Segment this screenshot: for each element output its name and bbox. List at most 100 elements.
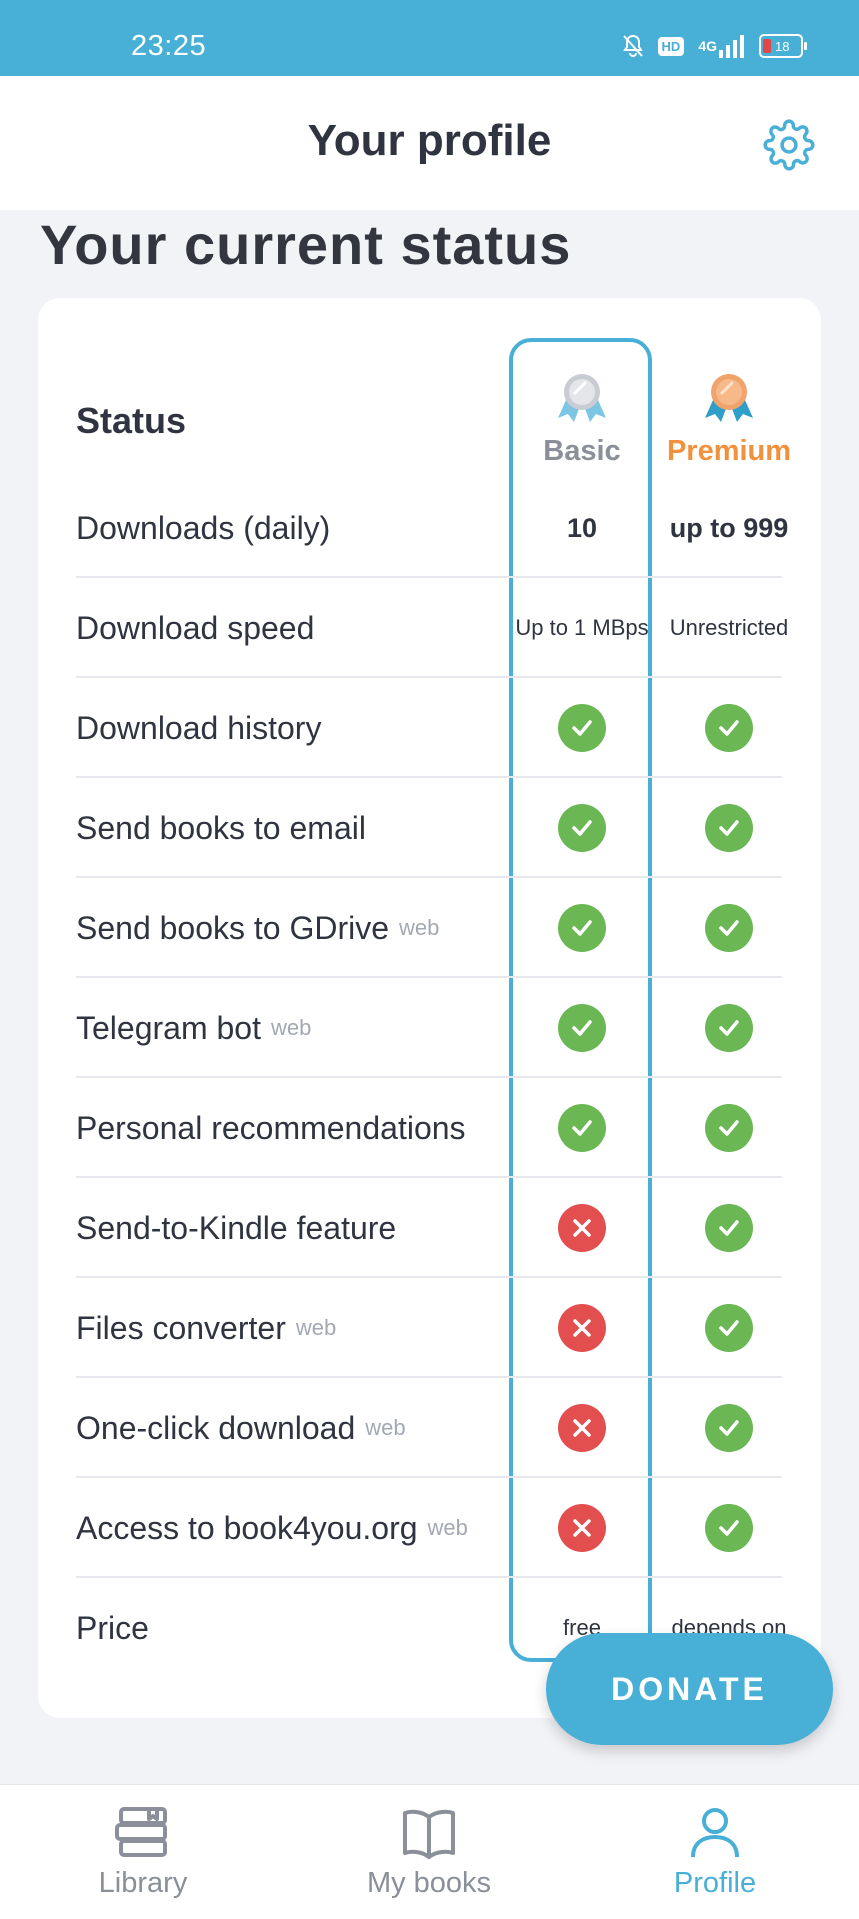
tier-premium: Premium — [656, 370, 802, 468]
table-row: Send books to email — [76, 778, 782, 878]
tier-premium-label: Premium — [666, 435, 792, 467]
cell-basic — [509, 1078, 655, 1178]
check-circle-icon — [705, 1404, 753, 1452]
check-circle-icon — [558, 904, 606, 952]
cell-value: Up to 1 MBps — [515, 614, 649, 640]
status-time: 23:25 — [131, 30, 207, 62]
cell-value: Unrestricted — [669, 614, 789, 640]
row-label: Send books to GDrive web — [76, 878, 439, 978]
cell-premium — [656, 978, 802, 1078]
check-circle-icon — [705, 1004, 753, 1052]
table-row: Send-to-Kindle feature — [76, 1178, 782, 1278]
row-label: One-click download web — [76, 1378, 406, 1478]
table-row: Personal recommendations — [76, 1078, 782, 1178]
cell-basic — [509, 678, 655, 778]
cell-premium — [656, 1378, 802, 1478]
row-label-text: Access to book4you.org — [76, 1509, 418, 1546]
book-icon — [403, 1809, 455, 1859]
cell-premium — [656, 1278, 802, 1378]
battery-icon: 18 — [759, 34, 807, 58]
settings-gear-icon[interactable] — [763, 119, 815, 171]
cross-circle-icon — [558, 1504, 606, 1552]
section-title: Your current status — [40, 213, 572, 276]
nav-my-books[interactable]: My books — [286, 1785, 572, 1919]
row-label: Telegram bot web — [76, 978, 311, 1078]
cell-basic — [509, 1278, 655, 1378]
network-type: 4G — [698, 38, 717, 54]
row-label: Files converter web — [76, 1278, 336, 1378]
check-circle-icon — [705, 804, 753, 852]
signal-icon: 4G — [698, 34, 745, 58]
row-label-text: One-click download — [76, 1409, 356, 1446]
nav-library[interactable]: Library — [0, 1785, 286, 1919]
library-icon — [115, 1807, 167, 1857]
web-only-tag: web — [365, 1415, 406, 1440]
tier-header-row: Status Basic Premium — [76, 370, 791, 470]
table-row: Files converter web — [76, 1278, 782, 1378]
silver-medal-icon — [558, 374, 606, 422]
status-heading: Status — [76, 400, 187, 441]
bronze-medal-icon — [705, 374, 753, 422]
table-row: Download history — [76, 678, 782, 778]
row-label-text: Download history — [76, 709, 322, 746]
web-only-tag: web — [270, 1015, 312, 1040]
row-label-text: Files converter — [76, 1309, 286, 1346]
nav-my-books-label: My books — [366, 1867, 492, 1899]
status-bar: 23:25 HD 4G 18 — [0, 0, 859, 76]
row-label: Price — [76, 1578, 149, 1678]
row-label: Access to book4you.org web — [76, 1478, 468, 1578]
check-circle-icon — [705, 704, 753, 752]
check-circle-icon — [705, 1304, 753, 1352]
tier-basic: Basic — [509, 370, 655, 468]
cell-premium — [656, 678, 802, 778]
cell-basic — [509, 878, 655, 978]
row-label-text: Send-to-Kindle feature — [76, 1209, 397, 1246]
row-label-text: Download speed — [76, 609, 315, 646]
cell-basic: 10 — [509, 478, 655, 578]
bottom-navigation: Library My books Profile — [0, 1784, 859, 1919]
tier-basic-label: Basic — [543, 435, 621, 467]
row-label-text: Price — [76, 1609, 149, 1646]
page-title: Your profile — [307, 116, 552, 165]
cell-basic — [509, 778, 655, 878]
check-circle-icon — [558, 804, 606, 852]
nav-profile[interactable]: Profile — [572, 1785, 858, 1919]
row-label-text: Send books to GDrive — [76, 909, 390, 946]
cross-circle-icon — [558, 1204, 606, 1252]
table-row: Downloads (daily) 10 up to 999 — [76, 478, 788, 578]
row-label-text: Downloads (daily) — [76, 509, 331, 546]
cell-basic: Up to 1 MBps — [509, 578, 655, 678]
cell-value: 10 — [566, 512, 598, 543]
check-circle-icon — [705, 1204, 753, 1252]
mute-bell-icon — [622, 34, 644, 58]
table-row: Download speed Up to 1 MBps Unrestricted — [76, 578, 788, 678]
check-circle-icon — [705, 1104, 753, 1152]
cell-premium — [656, 878, 802, 978]
cell-premium — [656, 1178, 802, 1278]
nav-profile-label: Profile — [673, 1867, 757, 1899]
row-label: Download speed — [76, 578, 314, 678]
table-row: One-click download web — [76, 1378, 782, 1478]
row-label: Send books to email — [76, 778, 366, 878]
cross-circle-icon — [558, 1304, 606, 1352]
cell-premium — [656, 1478, 802, 1578]
cell-value: up to 999 — [669, 512, 789, 543]
cell-basic — [509, 1478, 655, 1578]
check-circle-icon — [705, 904, 753, 952]
hd-icon: HD — [657, 36, 685, 56]
cell-premium — [656, 1078, 802, 1178]
check-circle-icon — [558, 1004, 606, 1052]
cell-basic — [509, 1178, 655, 1278]
profile-icon — [691, 1808, 739, 1858]
cross-circle-icon — [558, 1404, 606, 1452]
cell-basic — [509, 978, 655, 1078]
row-label: Download history — [76, 678, 321, 778]
web-only-tag: web — [427, 1515, 468, 1540]
table-row: Access to book4you.org web — [76, 1478, 782, 1578]
donate-button[interactable]: DONATE — [546, 1633, 833, 1745]
cell-basic — [509, 1378, 655, 1478]
cell-premium — [656, 778, 802, 878]
row-label-text: Telegram bot — [76, 1009, 261, 1046]
row-label: Send-to-Kindle feature — [76, 1178, 396, 1278]
web-only-tag: web — [295, 1315, 337, 1340]
